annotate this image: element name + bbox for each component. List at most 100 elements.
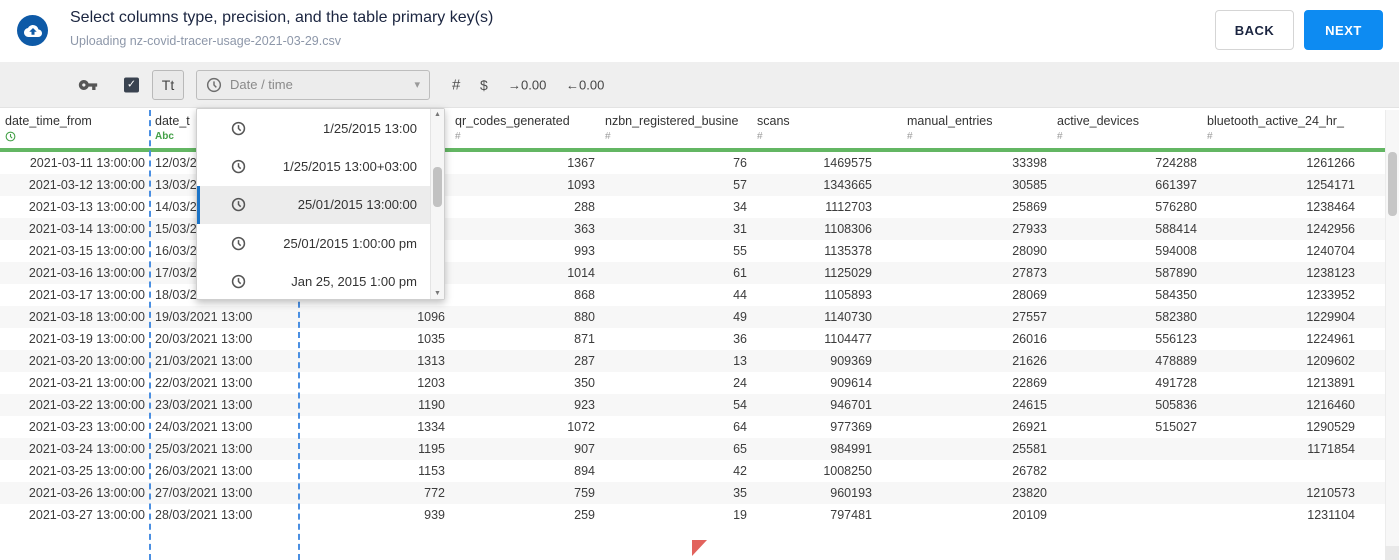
cell[interactable]: 2021-03-18 13:00:00 <box>0 306 150 328</box>
dropdown-scrollbar[interactable]: ▲ ▼ <box>430 109 444 299</box>
cell[interactable]: 2021-03-19 13:00:00 <box>0 328 150 350</box>
cell[interactable]: 491728 <box>1052 372 1202 394</box>
cell[interactable]: 22869 <box>902 372 1052 394</box>
cell[interactable]: 584350 <box>1052 284 1202 306</box>
cell[interactable]: 31 <box>600 218 752 240</box>
cell[interactable]: 1313 <box>299 350 450 372</box>
back-button[interactable]: BACK <box>1215 10 1294 50</box>
cell[interactable]: 2021-03-23 13:00:00 <box>0 416 150 438</box>
cell[interactable]: 909369 <box>752 350 902 372</box>
cell[interactable]: 556123 <box>1052 328 1202 350</box>
dropdown-option[interactable]: 25/01/2015 13:00:00 <box>197 185 430 225</box>
cell[interactable]: 57 <box>600 174 752 196</box>
cell[interactable]: 34 <box>600 196 752 218</box>
cell[interactable]: 19 <box>600 504 752 526</box>
cell[interactable]: 13 <box>600 350 752 372</box>
cell[interactable]: 1153 <box>299 460 450 482</box>
cell[interactable]: 28069 <box>902 284 1052 306</box>
text-type-button[interactable]: Tt <box>152 69 184 100</box>
cell[interactable]: 30585 <box>902 174 1052 196</box>
cell[interactable]: 797481 <box>752 504 902 526</box>
cell[interactable]: 64 <box>600 416 752 438</box>
column-separator[interactable] <box>149 110 151 560</box>
cell[interactable]: 1171854 <box>1202 438 1360 460</box>
cell[interactable]: 2021-03-22 13:00:00 <box>0 394 150 416</box>
add-decimal-button[interactable]: →0.00 <box>508 77 546 92</box>
cell[interactable]: 26016 <box>902 328 1052 350</box>
cell[interactable]: 259 <box>450 504 600 526</box>
cell[interactable]: 33398 <box>902 152 1052 174</box>
cell[interactable]: 772 <box>299 482 450 504</box>
cell[interactable]: 24615 <box>902 394 1052 416</box>
cell[interactable]: 21/03/2021 13:00 <box>150 350 299 372</box>
cell[interactable]: 880 <box>450 306 600 328</box>
cell[interactable]: 587890 <box>1052 262 1202 284</box>
cell[interactable]: 984991 <box>752 438 902 460</box>
cell[interactable]: 868 <box>450 284 600 306</box>
cell[interactable]: 25/03/2021 13:00 <box>150 438 299 460</box>
cell[interactable]: 2021-03-12 13:00:00 <box>0 174 150 196</box>
cell[interactable]: 1108306 <box>752 218 902 240</box>
cell[interactable] <box>1202 460 1360 482</box>
cell[interactable]: 20109 <box>902 504 1052 526</box>
cell[interactable]: 2021-03-14 13:00:00 <box>0 218 150 240</box>
cell[interactable]: 2021-03-21 13:00:00 <box>0 372 150 394</box>
currency-type-button[interactable]: $ <box>480 77 488 93</box>
cell[interactable]: 2021-03-20 13:00:00 <box>0 350 150 372</box>
cell[interactable] <box>1052 438 1202 460</box>
cell[interactable]: 1008250 <box>752 460 902 482</box>
cell[interactable]: 505836 <box>1052 394 1202 416</box>
cell[interactable]: 993 <box>450 240 600 262</box>
cell[interactable]: 350 <box>450 372 600 394</box>
cell[interactable]: 1231104 <box>1202 504 1360 526</box>
cell[interactable]: 27933 <box>902 218 1052 240</box>
cell[interactable]: 1367 <box>450 152 600 174</box>
dropdown-option[interactable]: 25/01/2015 1:00:00 pm <box>197 224 430 262</box>
cell[interactable]: 2021-03-13 13:00:00 <box>0 196 150 218</box>
cell[interactable]: 1469575 <box>752 152 902 174</box>
cell[interactable]: 363 <box>450 218 600 240</box>
cell[interactable]: 661397 <box>1052 174 1202 196</box>
column-header-qr_codes_generated[interactable]: qr_codes_generated # <box>450 110 600 148</box>
column-header-active_devices[interactable]: active_devices # <box>1052 110 1202 148</box>
cell[interactable]: 28/03/2021 13:00 <box>150 504 299 526</box>
cell[interactable]: 25869 <box>902 196 1052 218</box>
cell[interactable]: 36 <box>600 328 752 350</box>
cell[interactable]: 2021-03-11 13:00:00 <box>0 152 150 174</box>
cell[interactable]: 1072 <box>450 416 600 438</box>
scroll-down-icon[interactable]: ▼ <box>431 290 444 297</box>
cell[interactable]: 24 <box>600 372 752 394</box>
cell[interactable]: 42 <box>600 460 752 482</box>
cell[interactable]: 1238123 <box>1202 262 1360 284</box>
cell[interactable]: 25581 <box>902 438 1052 460</box>
cell[interactable]: 1334 <box>299 416 450 438</box>
cell[interactable]: 1233952 <box>1202 284 1360 306</box>
cell[interactable]: 1242956 <box>1202 218 1360 240</box>
dropdown-option[interactable]: 1/25/2015 13:00 <box>197 109 430 147</box>
cell[interactable]: 21626 <box>902 350 1052 372</box>
include-column-checkbox[interactable]: ✓ <box>124 77 139 92</box>
cell[interactable]: 26/03/2021 13:00 <box>150 460 299 482</box>
cell[interactable]: 23820 <box>902 482 1052 504</box>
cell[interactable]: 1210573 <box>1202 482 1360 504</box>
cell[interactable]: 923 <box>450 394 600 416</box>
cell[interactable]: 287 <box>450 350 600 372</box>
dropdown-option[interactable]: Jan 25, 2015 1:00 pm <box>197 263 430 299</box>
column-header-scans[interactable]: scans # <box>752 110 902 148</box>
cell[interactable]: 576280 <box>1052 196 1202 218</box>
cell[interactable]: 939 <box>299 504 450 526</box>
cell[interactable]: 594008 <box>1052 240 1202 262</box>
cell[interactable]: 35 <box>600 482 752 504</box>
cell[interactable]: 2021-03-24 13:00:00 <box>0 438 150 460</box>
cell[interactable]: 977369 <box>752 416 902 438</box>
cell[interactable]: 1112703 <box>752 196 902 218</box>
cell[interactable]: 1261266 <box>1202 152 1360 174</box>
column-header-manual_entries[interactable]: manual_entries # <box>902 110 1052 148</box>
number-type-button[interactable]: # <box>452 76 460 93</box>
cell[interactable]: 19/03/2021 13:00 <box>150 306 299 328</box>
cell[interactable]: 1195 <box>299 438 450 460</box>
cell[interactable]: 2021-03-17 13:00:00 <box>0 284 150 306</box>
cell[interactable]: 960193 <box>752 482 902 504</box>
cell[interactable]: 2021-03-26 13:00:00 <box>0 482 150 504</box>
cell[interactable]: 1240704 <box>1202 240 1360 262</box>
